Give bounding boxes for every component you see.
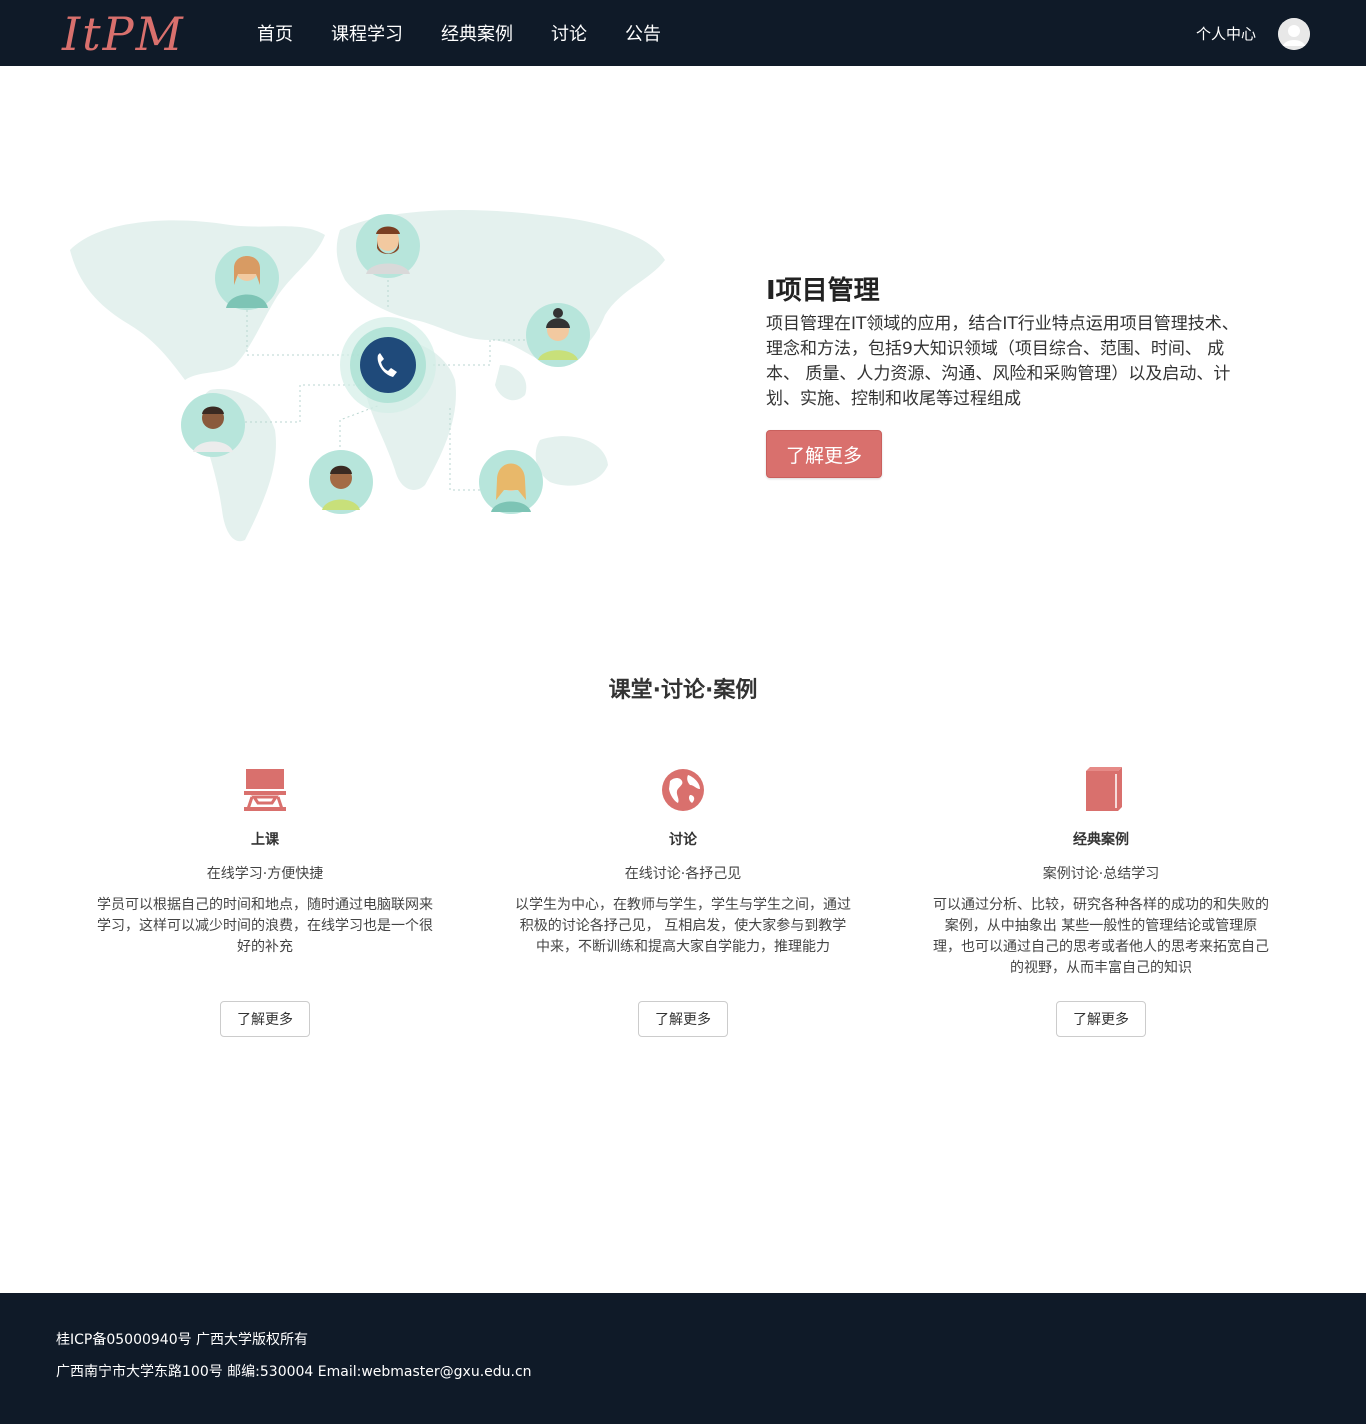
site-logo[interactable]: ItPM [60,6,210,60]
feature-description: 学员可以根据自己的时间和地点，随时通过电脑联网来学习，这样可以减少时间的浪费，在… [97,897,433,955]
footer-address-line: 广西南宁市大学东路100号 邮编:530004 Email:webmaster@… [56,1364,532,1380]
nav-announcement-link[interactable]: 公告 [625,20,661,46]
nav-cases-link[interactable]: 经典案例 [441,20,513,46]
feature-subtitle: 案例讨论·总结学习 [1042,866,1160,882]
nav-discussion-link[interactable]: 讨论 [551,20,587,46]
footer-icp-line: 桂ICP备05000940号 广西大学版权所有 [56,1332,309,1348]
hero-title: I项目管理 [766,276,880,306]
class-learn-more-button[interactable]: 了解更多 [220,1001,310,1037]
feature-title: 经典案例 [1073,832,1129,848]
hero-learn-more-button[interactable]: 了解更多 [766,430,882,478]
feature-description: 以学生为中心，在教师与学生，学生与学生之间，通过积极的讨论各抒己见， 互相启发，… [515,897,851,955]
svg-text:ItPM: ItPM [61,7,185,60]
book-icon [1086,767,1122,811]
user-avatar[interactable] [1278,18,1310,50]
feature-cases: 经典案例 案例讨论·总结学习 可以通过分析、比较，研究各种各样的成功的和失败的案… [928,765,1274,1037]
feature-class: 上课 在线学习·方便快捷 学员可以根据自己的时间和地点，随时通过电脑联网来学习，… [92,765,438,1037]
phone-call-icon [340,317,436,413]
feature-description: 可以通过分析、比较，研究各种各样的成功的和失败的案例，从中抽象出 某些一般性的管… [933,897,1269,976]
feature-subtitle: 在线学习·方便快捷 [206,866,324,882]
cases-learn-more-button[interactable]: 了解更多 [1056,1001,1146,1037]
globe-icon [662,769,704,811]
page-footer: 桂ICP备05000940号 广西大学版权所有 广西南宁市大学东路100号 邮编… [0,1293,1366,1424]
nav-courses-link[interactable]: 课程学习 [331,20,403,46]
monitor-icon [244,769,286,811]
feature-title: 讨论 [669,832,697,848]
section-title: 课堂·讨论·案例 [608,678,758,703]
feature-subtitle: 在线讨论·各抒己见 [624,866,742,882]
main-nav: 首页 课程学习 经典案例 讨论 公告 [238,0,680,66]
top-navbar: ItPM 首页 课程学习 经典案例 讨论 公告 个人中心 [0,0,1366,66]
feature-discussion: 讨论 在线讨论·各抒己见 以学生为中心，在教师与学生，学生与学生之间，通过积极的… [510,765,856,1037]
hero-description: 项目管理在IT领域的应用，结合IT行业特点运用项目管理技术、理念和方法，包括9大… [766,314,1239,409]
discussion-learn-more-button[interactable]: 了解更多 [638,1001,728,1037]
world-map-illustration [70,210,665,542]
nav-home-link[interactable]: 首页 [257,20,293,46]
feature-title: 上课 [251,832,279,848]
user-avatar-icon [1278,18,1310,50]
user-center-link[interactable]: 个人中心 [1196,23,1256,44]
